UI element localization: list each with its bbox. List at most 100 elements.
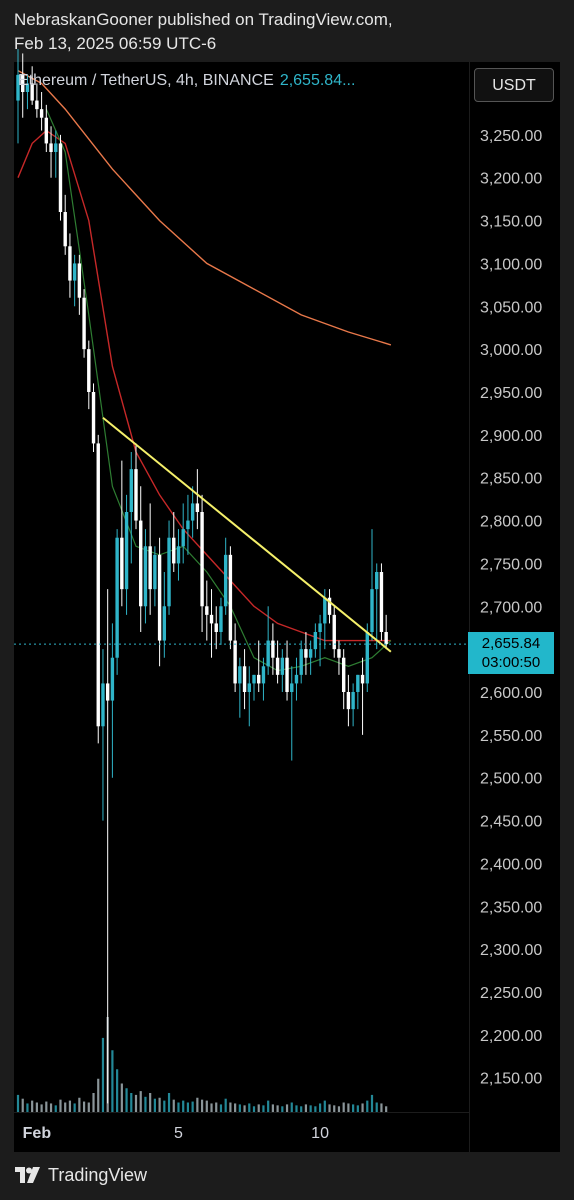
candle-body [101, 683, 105, 727]
bar-countdown: 03:00:50 [481, 654, 541, 672]
candle-body [129, 469, 133, 512]
price-tick-label: 3,200.00 [480, 171, 542, 188]
candle-body [63, 212, 67, 247]
price-tick-label: 2,900.00 [480, 428, 542, 445]
time-tick-label: Feb [23, 1125, 52, 1142]
volume-bar [31, 1100, 34, 1112]
volume-bar [111, 1050, 114, 1112]
candle-body [257, 674, 261, 684]
volume-bar [191, 1101, 194, 1112]
volume-bar [210, 1103, 213, 1112]
candle-body [205, 606, 209, 615]
volume-bar [314, 1106, 317, 1112]
price-tick-label: 2,450.00 [480, 814, 542, 831]
candle-body [228, 554, 233, 641]
symbol-legend[interactable]: Ethereum / TetherUS, 4h, BINANCE 2,655.84… [18, 72, 355, 90]
volume-bar [139, 1091, 142, 1112]
candle-body [384, 632, 388, 644]
volume-bar [215, 1102, 218, 1112]
volume-bar [64, 1102, 67, 1112]
candle-body [157, 554, 162, 641]
candle-body [351, 692, 355, 710]
candle-body [247, 683, 251, 692]
volume-bar [130, 1093, 133, 1112]
volume-bar [35, 1102, 38, 1112]
candle-body [87, 349, 91, 392]
trendline [102, 416, 392, 653]
volume-bar [172, 1099, 175, 1112]
candle-body [124, 512, 129, 590]
volume-bar [144, 1096, 147, 1112]
moving-averages [17, 69, 392, 672]
candle-body [39, 109, 44, 118]
volume-bar [380, 1103, 383, 1112]
volume-bar [59, 1099, 62, 1112]
candle-body [223, 554, 228, 607]
price-tick-label: 2,300.00 [480, 942, 542, 959]
candle-body [176, 546, 181, 564]
candle-body [252, 674, 256, 684]
ema-long-line [17, 69, 392, 346]
volume-bar [26, 1103, 29, 1112]
volume-bar [328, 1104, 331, 1112]
volume-bar [49, 1103, 53, 1112]
volume-bar [158, 1097, 161, 1112]
volume-bar [248, 1103, 251, 1112]
tradingview-footer[interactable]: TradingView [14, 1164, 147, 1186]
price-tick-label: 3,250.00 [480, 128, 542, 145]
symbol-name[interactable]: Ethereum / TetherUS, 4h, BINANCE [18, 72, 274, 89]
volume-bar [224, 1098, 227, 1112]
price-tick-label: 3,000.00 [480, 342, 542, 359]
volume-bar [375, 1102, 378, 1112]
price-tick-label: 2,250.00 [480, 985, 542, 1002]
candle-body [214, 623, 218, 632]
volume-bar [16, 1094, 20, 1112]
volume-bar [267, 1100, 270, 1112]
volume-bar [243, 1105, 246, 1112]
volume-bar [281, 1106, 284, 1112]
volume-bar [153, 1098, 156, 1112]
ema-mid-line [17, 129, 391, 642]
volume-bar [366, 1100, 369, 1112]
volume-bar [238, 1104, 241, 1112]
candle-body [181, 529, 185, 547]
candle-body [299, 649, 303, 675]
volume-bar [73, 1103, 76, 1112]
candles [16, 49, 388, 1104]
volume-bar [285, 1104, 289, 1112]
candle-body [96, 443, 100, 727]
candle-body [209, 614, 214, 624]
volume-bar [276, 1105, 279, 1112]
volume-bar [219, 1104, 223, 1112]
candle-body [290, 683, 294, 692]
volume-bar [177, 1102, 180, 1112]
volume-bar [385, 1106, 388, 1112]
brand-name: TradingView [48, 1164, 148, 1185]
candle-body [242, 666, 247, 692]
candle-body [360, 674, 365, 684]
candle-body [294, 674, 299, 684]
candle-body [356, 674, 360, 692]
last-price: 2,655.84... [279, 72, 356, 89]
price-tick-label: 2,950.00 [480, 385, 542, 402]
volume-bars [16, 1017, 388, 1112]
volume-bar [300, 1106, 303, 1112]
candlestick-chart[interactable]: 3,300.003,250.003,200.003,150.003,100.00… [0, 0, 574, 1200]
candle-body [120, 537, 124, 590]
currency-button[interactable]: USDT [474, 68, 554, 102]
price-tick-labels: 3,300.003,250.003,200.003,150.003,100.00… [480, 85, 542, 1088]
volume-bar [342, 1102, 345, 1112]
candle-body [77, 263, 82, 298]
candle-body [280, 657, 285, 675]
volume-bar [356, 1105, 359, 1112]
candle-body [200, 512, 204, 607]
volume-bar [149, 1093, 152, 1112]
volume-bar [309, 1105, 312, 1112]
candle-body [271, 640, 275, 658]
volume-bar [333, 1105, 336, 1112]
candle-body [379, 572, 384, 632]
candle-body [261, 666, 266, 684]
candle-body [233, 640, 237, 684]
candle-body [105, 683, 110, 701]
candle-body [370, 589, 374, 632]
